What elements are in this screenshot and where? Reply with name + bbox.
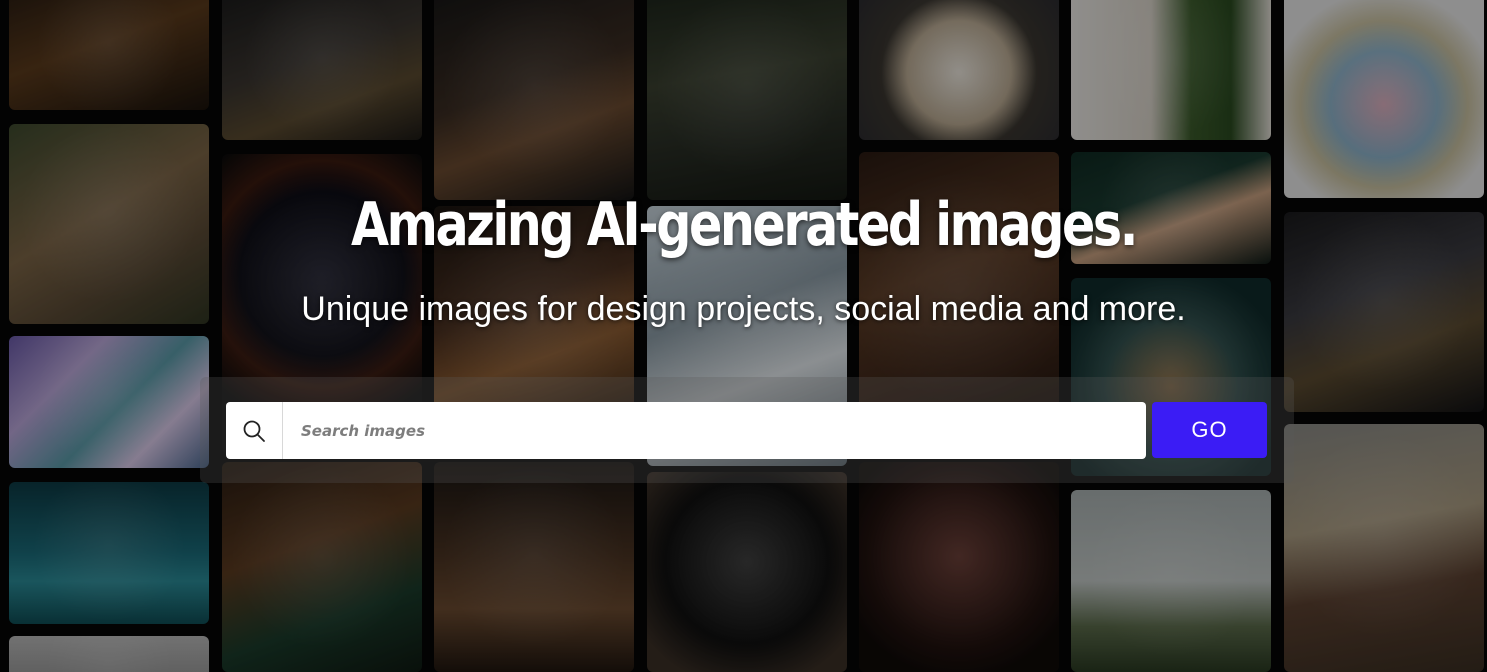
search-icon[interactable] <box>226 402 283 459</box>
hero-section: Amazing AI-generated images. Unique imag… <box>0 0 1487 672</box>
page: Amazing AI-generated images. Unique imag… <box>0 0 1487 672</box>
hero-subheadline: Unique images for design projects, socia… <box>301 290 1186 328</box>
search-input[interactable] <box>283 403 1146 458</box>
hero-headline: Amazing AI-generated images. <box>351 190 1138 260</box>
search-bar <box>226 402 1146 459</box>
go-button[interactable]: GO <box>1152 402 1267 458</box>
